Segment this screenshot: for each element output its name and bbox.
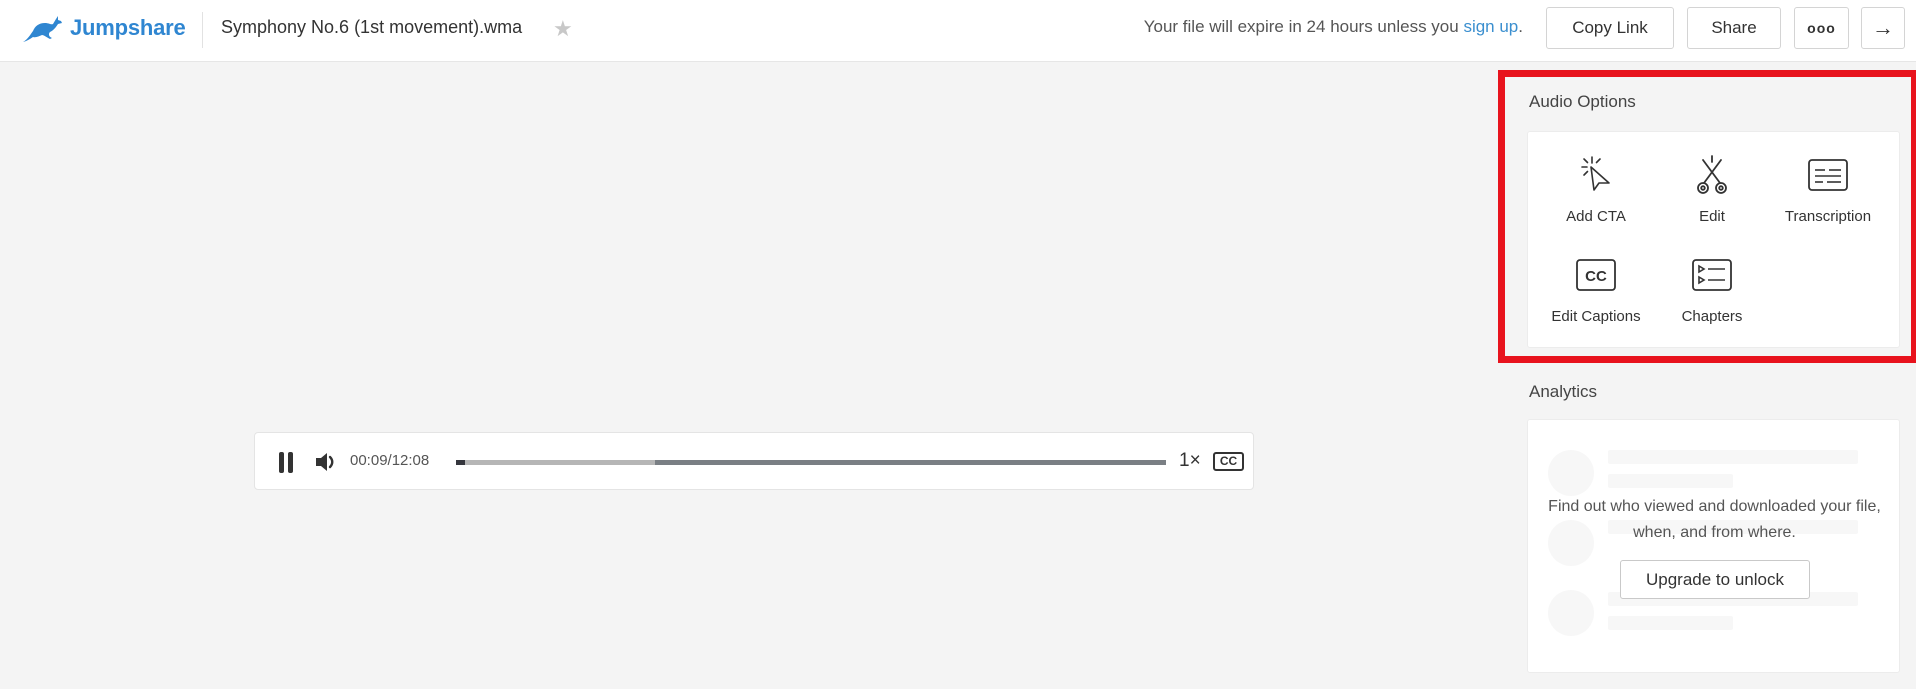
transcription-option[interactable]: Transcription <box>1770 155 1886 225</box>
seek-bar[interactable] <box>456 460 1166 465</box>
placeholder-line <box>1608 450 1858 464</box>
transcription-label: Transcription <box>1784 208 1872 225</box>
audio-options-title: Audio Options <box>1529 92 1636 111</box>
star-icon[interactable]: ★ <box>553 16 573 42</box>
edit-option[interactable]: Edit <box>1654 155 1770 225</box>
svg-text:CC: CC <box>1585 268 1607 285</box>
closed-captions-button[interactable]: CC <box>1213 452 1244 471</box>
next-arrow-button[interactable]: → <box>1861 7 1905 49</box>
edit-label: Edit <box>1699 208 1725 225</box>
cursor-click-icon <box>1581 156 1610 191</box>
add-cta-label: Add CTA <box>1566 208 1626 225</box>
jumpshare-logo[interactable]: Jumpshare <box>20 12 186 44</box>
audio-player: 00:09/12:08 1× CC <box>254 432 1254 490</box>
chapters-option[interactable]: Chapters <box>1654 255 1770 325</box>
file-title: Symphony No.6 (1st movement).wma <box>221 17 523 37</box>
add-cta-option[interactable]: Add CTA <box>1538 155 1654 225</box>
top-bar: Jumpshare Symphony No.6 (1st movement).w… <box>0 0 1916 62</box>
expire-notice: Your file will expire in 24 hours unless… <box>1144 17 1523 37</box>
brand-name: Jumpshare <box>70 15 186 40</box>
analytics-message: Find out who viewed and downloaded your … <box>1548 498 1881 541</box>
upgrade-button[interactable]: Upgrade to unlock <box>1620 560 1810 599</box>
placeholder-line <box>1608 474 1733 488</box>
cc-icon: CC <box>1576 259 1616 291</box>
placeholder-avatar <box>1548 450 1594 496</box>
analytics-card: Find out who viewed and downloaded your … <box>1527 419 1900 673</box>
edit-captions-label: Edit Captions <box>1551 308 1641 325</box>
placeholder-avatar <box>1548 590 1594 636</box>
pause-button[interactable] <box>278 452 294 473</box>
audio-options-card: Add CTA Edit Transcription CC Edit Capti… <box>1527 131 1900 348</box>
pause-icon-bar <box>279 452 284 473</box>
header-divider <box>202 12 203 48</box>
share-button[interactable]: Share <box>1687 7 1781 49</box>
scissors-icon <box>1697 155 1727 194</box>
kangaroo-icon <box>23 16 62 42</box>
more-options-button[interactable]: ooo <box>1794 7 1849 49</box>
pause-icon-bar <box>288 452 293 473</box>
playback-speed-button[interactable]: 1× <box>1179 450 1201 472</box>
placeholder-line <box>1608 616 1733 630</box>
chapters-label: Chapters <box>1681 308 1743 325</box>
chapters-icon <box>1692 259 1732 291</box>
volume-icon[interactable] <box>314 449 338 475</box>
played-bar <box>456 460 465 465</box>
sign-up-link[interactable]: sign up <box>1463 17 1518 36</box>
transcript-icon <box>1808 159 1848 191</box>
analytics-title: Analytics <box>1529 382 1598 401</box>
buffered-bar <box>456 460 655 465</box>
copy-link-button[interactable]: Copy Link <box>1546 7 1674 49</box>
edit-captions-option[interactable]: CC Edit Captions <box>1538 255 1654 325</box>
expire-text: Your file will expire in 24 hours unless… <box>1143 17 1464 36</box>
time-display: 00:09/12:08 <box>350 452 430 469</box>
expire-suffix: . <box>1518 17 1523 36</box>
